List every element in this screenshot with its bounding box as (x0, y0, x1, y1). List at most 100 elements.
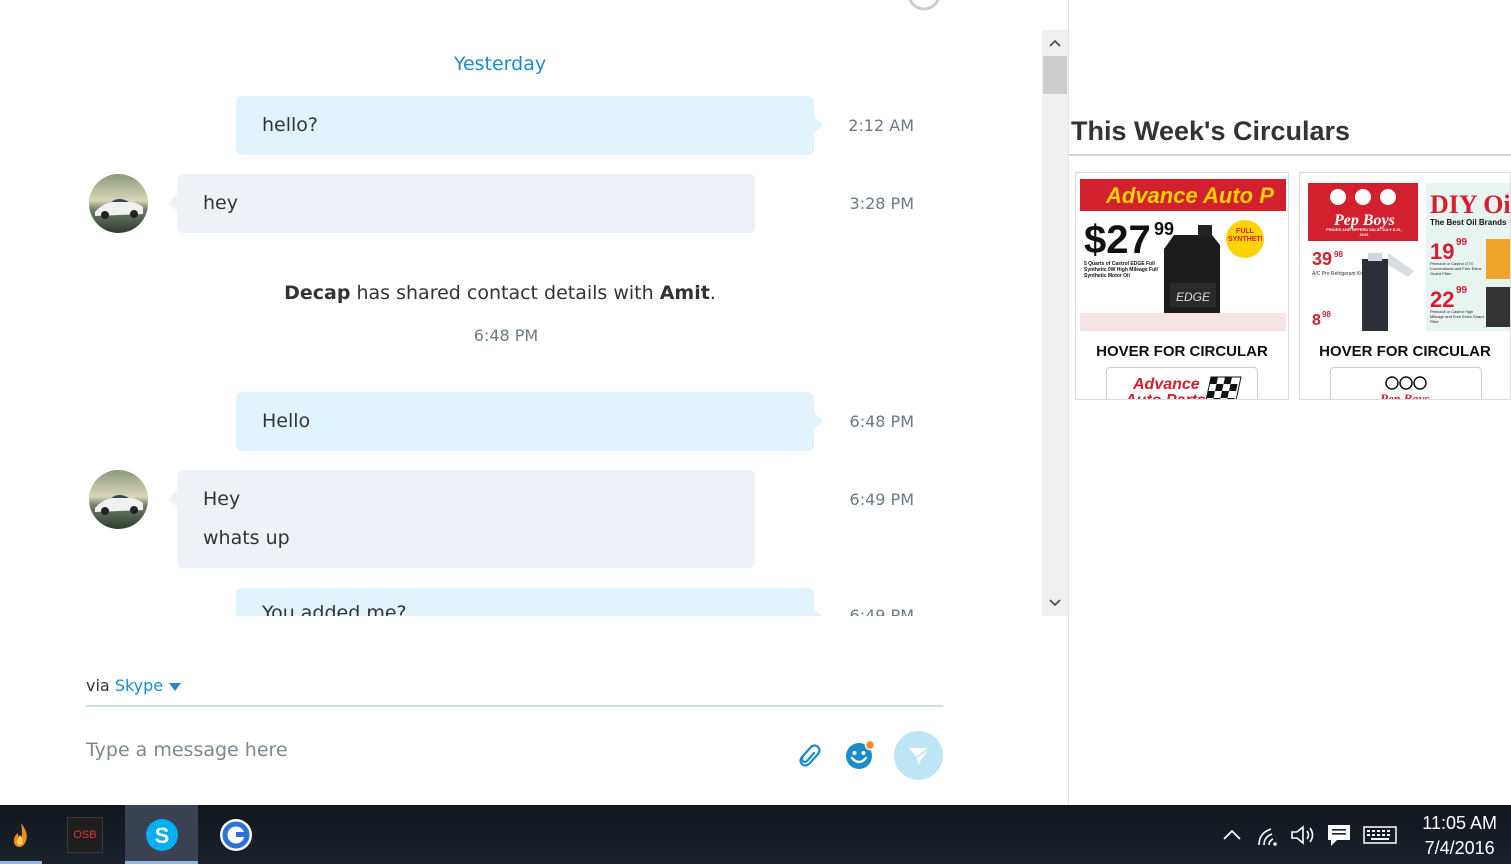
message-bubble-outgoing[interactable]: You added me? (236, 588, 823, 616)
circular-card-pep-boys[interactable]: Pep Boys PRICES AND OFFERS VALID JULY 6-… (1299, 172, 1511, 400)
flyer-price-cents: 99 (1456, 237, 1468, 248)
caret-down-icon[interactable] (169, 682, 182, 691)
flyer-price: $27 (1084, 218, 1151, 262)
message-list[interactable]: Yesterday hello? 2:12 AM hey 3:28 PM Dec… (0, 0, 1042, 616)
message-text: whats up (203, 527, 290, 549)
flyer-side-text: Pennzoil or Castrol High Mileage and Fre… (1430, 309, 1484, 324)
flyer-price-cents: 98 (1322, 310, 1331, 319)
pep-boys-logo-image: Pep Boys (1380, 376, 1429, 400)
flyer-side-header: DIY Oi (1430, 190, 1510, 219)
logo-text: Pep Boys (1380, 391, 1429, 400)
contact-name[interactable]: Amit (660, 282, 710, 304)
flyer-subheader: PRICES AND OFFERS VALID JULY 6-31, 2016 (1326, 227, 1402, 237)
message-time: 6:49 PM (849, 490, 914, 509)
message-text: Hello (262, 410, 311, 432)
message-time: 6:49 PM (849, 606, 914, 616)
advance-auto-flyer-image: Advance Auto P $27 99 FULL SYNTHETIC 5 Q… (1080, 179, 1286, 331)
paperclip-icon[interactable] (792, 738, 824, 770)
emoticon-icon[interactable] (844, 739, 876, 771)
via-label: via (86, 676, 110, 695)
taskbar-app-osb[interactable]: OSB (62, 805, 108, 864)
circular-preview: Advance Auto P $27 99 FULL SYNTHETIC 5 Q… (1080, 179, 1286, 331)
wifi-icon[interactable] (1255, 821, 1283, 849)
chevron-up-icon[interactable] (1218, 821, 1246, 849)
message-text: You added me? (262, 602, 407, 616)
circulars-title: This Week's Circulars (1071, 116, 1351, 146)
chat-panel: Yesterday hello? 2:12 AM hey 3:28 PM Dec… (0, 0, 1068, 805)
send-icon (908, 746, 929, 765)
flame-icon (13, 822, 27, 847)
advance-auto-logo[interactable]: Advance Auto Parts (1106, 367, 1258, 400)
flyer-side-text: Pennzoil or Castrol GTX Conventional and… (1430, 261, 1481, 276)
notifications-icon[interactable] (1325, 821, 1353, 849)
message-bubble-outgoing[interactable]: hello? (236, 96, 823, 155)
logo-text: Advance (1132, 376, 1200, 393)
scroll-down-button[interactable] (1042, 590, 1068, 616)
app-window: Yesterday hello? 2:12 AM hey 3:28 PM Dec… (0, 0, 1511, 864)
message-time: 2:12 AM (848, 116, 914, 135)
hover-for-circular-label: HOVER FOR CIRCULAR (1319, 343, 1491, 360)
flyer-side-subheader: The Best Oil Brands (1430, 218, 1507, 227)
flyer-badge: FULL SYNTHETIC (1228, 228, 1262, 243)
taskbar: OSB S 11:05 AM 7/4/2016 (0, 805, 1511, 864)
message-time: 6:48 PM (849, 412, 914, 431)
scrollbar-thumb[interactable] (1043, 56, 1067, 94)
via-service[interactable]: Skype (115, 676, 163, 695)
system-message-time: 6:48 PM (473, 326, 539, 345)
circulars-panel: This Week's Circulars Advance Auto P $27… (1069, 0, 1511, 805)
message-input[interactable] (86, 733, 766, 767)
date-separator: Yesterday (453, 53, 547, 75)
message-text: hey (203, 192, 238, 214)
message-time: 3:28 PM (849, 194, 914, 213)
system-message-text: has shared contact details with (350, 282, 660, 304)
taskbar-app-browser[interactable] (212, 805, 260, 864)
system-message: Decap has shared contact details with Am… (0, 282, 1000, 304)
taskbar-app-flame[interactable] (0, 805, 42, 864)
flyer-price-cents: 98 (1334, 250, 1343, 259)
taskbar-app-skype[interactable]: S (125, 805, 198, 864)
svg-text:S: S (154, 823, 169, 848)
via-selector[interactable]: via Skype (86, 676, 182, 695)
flyer-price-cents: 99 (1154, 219, 1174, 239)
circular-preview: Pep Boys PRICES AND OFFERS VALID JULY 6-… (1304, 179, 1510, 331)
message-text: hello? (262, 114, 318, 136)
composer-divider (86, 705, 943, 707)
avatar[interactable] (89, 174, 148, 233)
message-bubble-incoming[interactable]: Hey whats up (168, 470, 755, 568)
globe-icon[interactable] (906, 0, 942, 16)
osb-icon: OSB (67, 816, 103, 853)
flyer-price-cents: 99 (1456, 285, 1468, 296)
logo-text: Auto Parts (1124, 392, 1206, 400)
skype-icon: S (145, 818, 178, 851)
flyer-product-name: EDGE (1176, 290, 1211, 304)
flyer-product-text: 5 Quarts of Castrol EDGE Full Synthetic … (1084, 261, 1158, 279)
flyer-price: 8 (1312, 312, 1321, 329)
keyboard-icon[interactable] (1362, 821, 1398, 849)
flyer-product-text: A/C Pro Refrigerant Kit (1312, 271, 1363, 277)
circulars-divider (1069, 154, 1511, 156)
system-message-end: . (709, 282, 716, 304)
browser-icon (220, 818, 252, 851)
system-clock[interactable]: 11:05 AM 7/4/2016 (1422, 811, 1497, 861)
send-button[interactable] (894, 731, 943, 780)
chevron-down-icon (1049, 599, 1061, 607)
pep-boys-logo[interactable]: Pep Boys (1330, 367, 1482, 400)
message-scrollbar[interactable] (1042, 30, 1068, 616)
message-bubble-outgoing[interactable]: Hello (236, 392, 823, 451)
car-avatar-image (89, 470, 148, 529)
clock-date: 7/4/2016 (1424, 838, 1495, 858)
advance-auto-logo-image: Advance Auto Parts (1124, 376, 1242, 400)
message-bubble-incoming[interactable]: hey (168, 174, 755, 233)
avatar[interactable] (89, 470, 148, 529)
hover-for-circular-label: HOVER FOR CIRCULAR (1096, 343, 1268, 360)
circular-card-advance-auto[interactable]: Advance Auto P $27 99 FULL SYNTHETIC 5 Q… (1075, 172, 1289, 400)
flyer-header-text: Advance Auto P (1105, 183, 1274, 208)
contact-name[interactable]: Decap (284, 282, 350, 304)
flyer-price: 39 (1312, 249, 1332, 269)
volume-icon[interactable] (1289, 821, 1317, 849)
pep-boys-flyer-image: Pep Boys PRICES AND OFFERS VALID JULY 6-… (1304, 179, 1510, 331)
car-avatar-image (89, 174, 148, 233)
message-text: Hey (203, 488, 241, 510)
scroll-up-button[interactable] (1042, 30, 1068, 56)
clock-time: 11:05 AM (1422, 813, 1497, 833)
